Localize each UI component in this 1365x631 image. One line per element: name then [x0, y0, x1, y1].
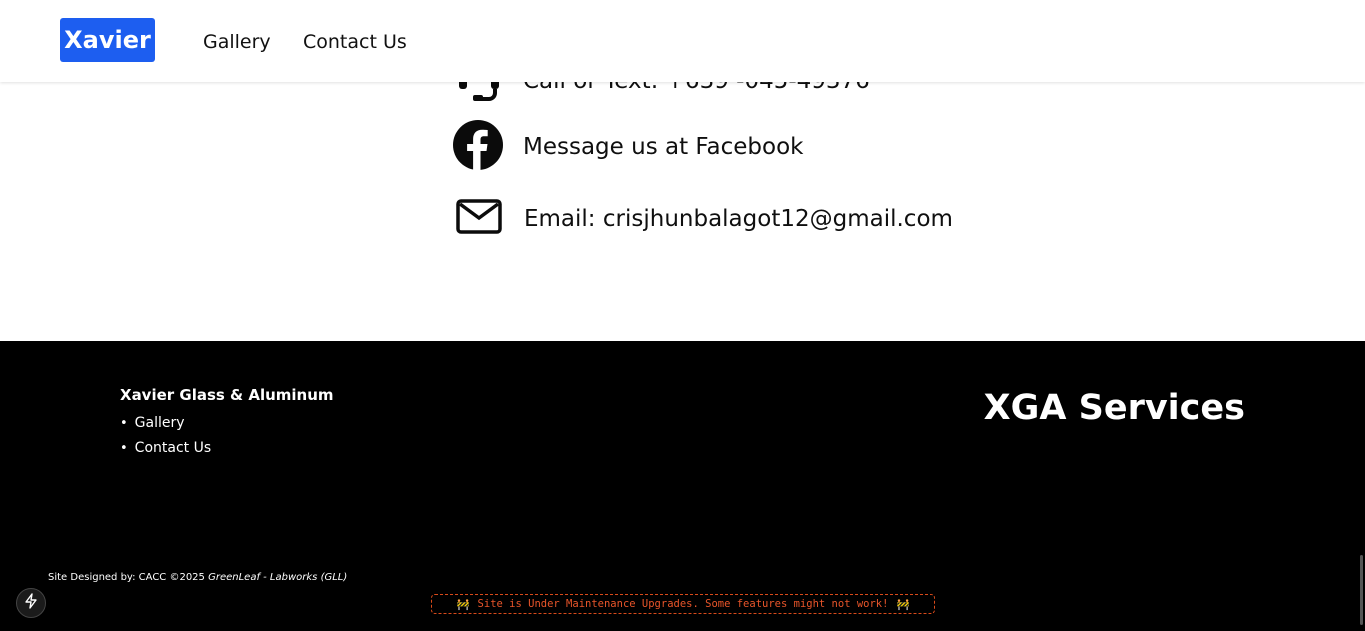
- footer-links: Gallery Contact Us: [120, 415, 211, 465]
- email-text: Email: crisjhunbalagot12@gmail.com: [524, 206, 953, 232]
- bolt-icon: [24, 593, 38, 613]
- construction-icon: 🚧: [456, 598, 470, 611]
- facebook-row[interactable]: Message us at Facebook: [453, 120, 803, 174]
- footer-brand: Xavier Glass & Aluminum: [120, 386, 334, 404]
- footer: Xavier Glass & Aluminum Gallery Contact …: [0, 341, 1365, 631]
- credit-company: GreenLeaf - Labworks (GLL): [208, 572, 348, 583]
- top-navbar: Xavier Gallery Contact Us: [0, 0, 1365, 82]
- logo-button[interactable]: Xavier: [60, 18, 155, 62]
- construction-icon: 🚧: [896, 598, 910, 611]
- site-credit: Site Designed by: CACC ©2025 GreenLeaf -…: [48, 572, 347, 583]
- nav-contact-link[interactable]: Contact Us: [303, 31, 407, 53]
- mail-icon: [455, 193, 503, 245]
- nav-gallery-link[interactable]: Gallery: [203, 31, 271, 53]
- facebook-text: Message us at Facebook: [523, 134, 804, 160]
- facebook-icon: [453, 120, 503, 174]
- maintenance-text: Site is Under Maintenance Upgrades. Some…: [477, 598, 889, 610]
- services-title: XGA Services: [983, 388, 1245, 428]
- credit-prefix: Site Designed by: CACC ©2025: [48, 572, 209, 583]
- maintenance-banner: 🚧 Site is Under Maintenance Upgrades. So…: [431, 594, 935, 614]
- page-scrollbar[interactable]: [1360, 555, 1363, 625]
- email-row[interactable]: Email: crisjhunbalagot12@gmail.com: [455, 193, 953, 245]
- bolt-icon-button[interactable]: [16, 588, 46, 618]
- footer-link-contact[interactable]: Contact Us: [120, 440, 211, 456]
- footer-link-gallery[interactable]: Gallery: [120, 415, 211, 431]
